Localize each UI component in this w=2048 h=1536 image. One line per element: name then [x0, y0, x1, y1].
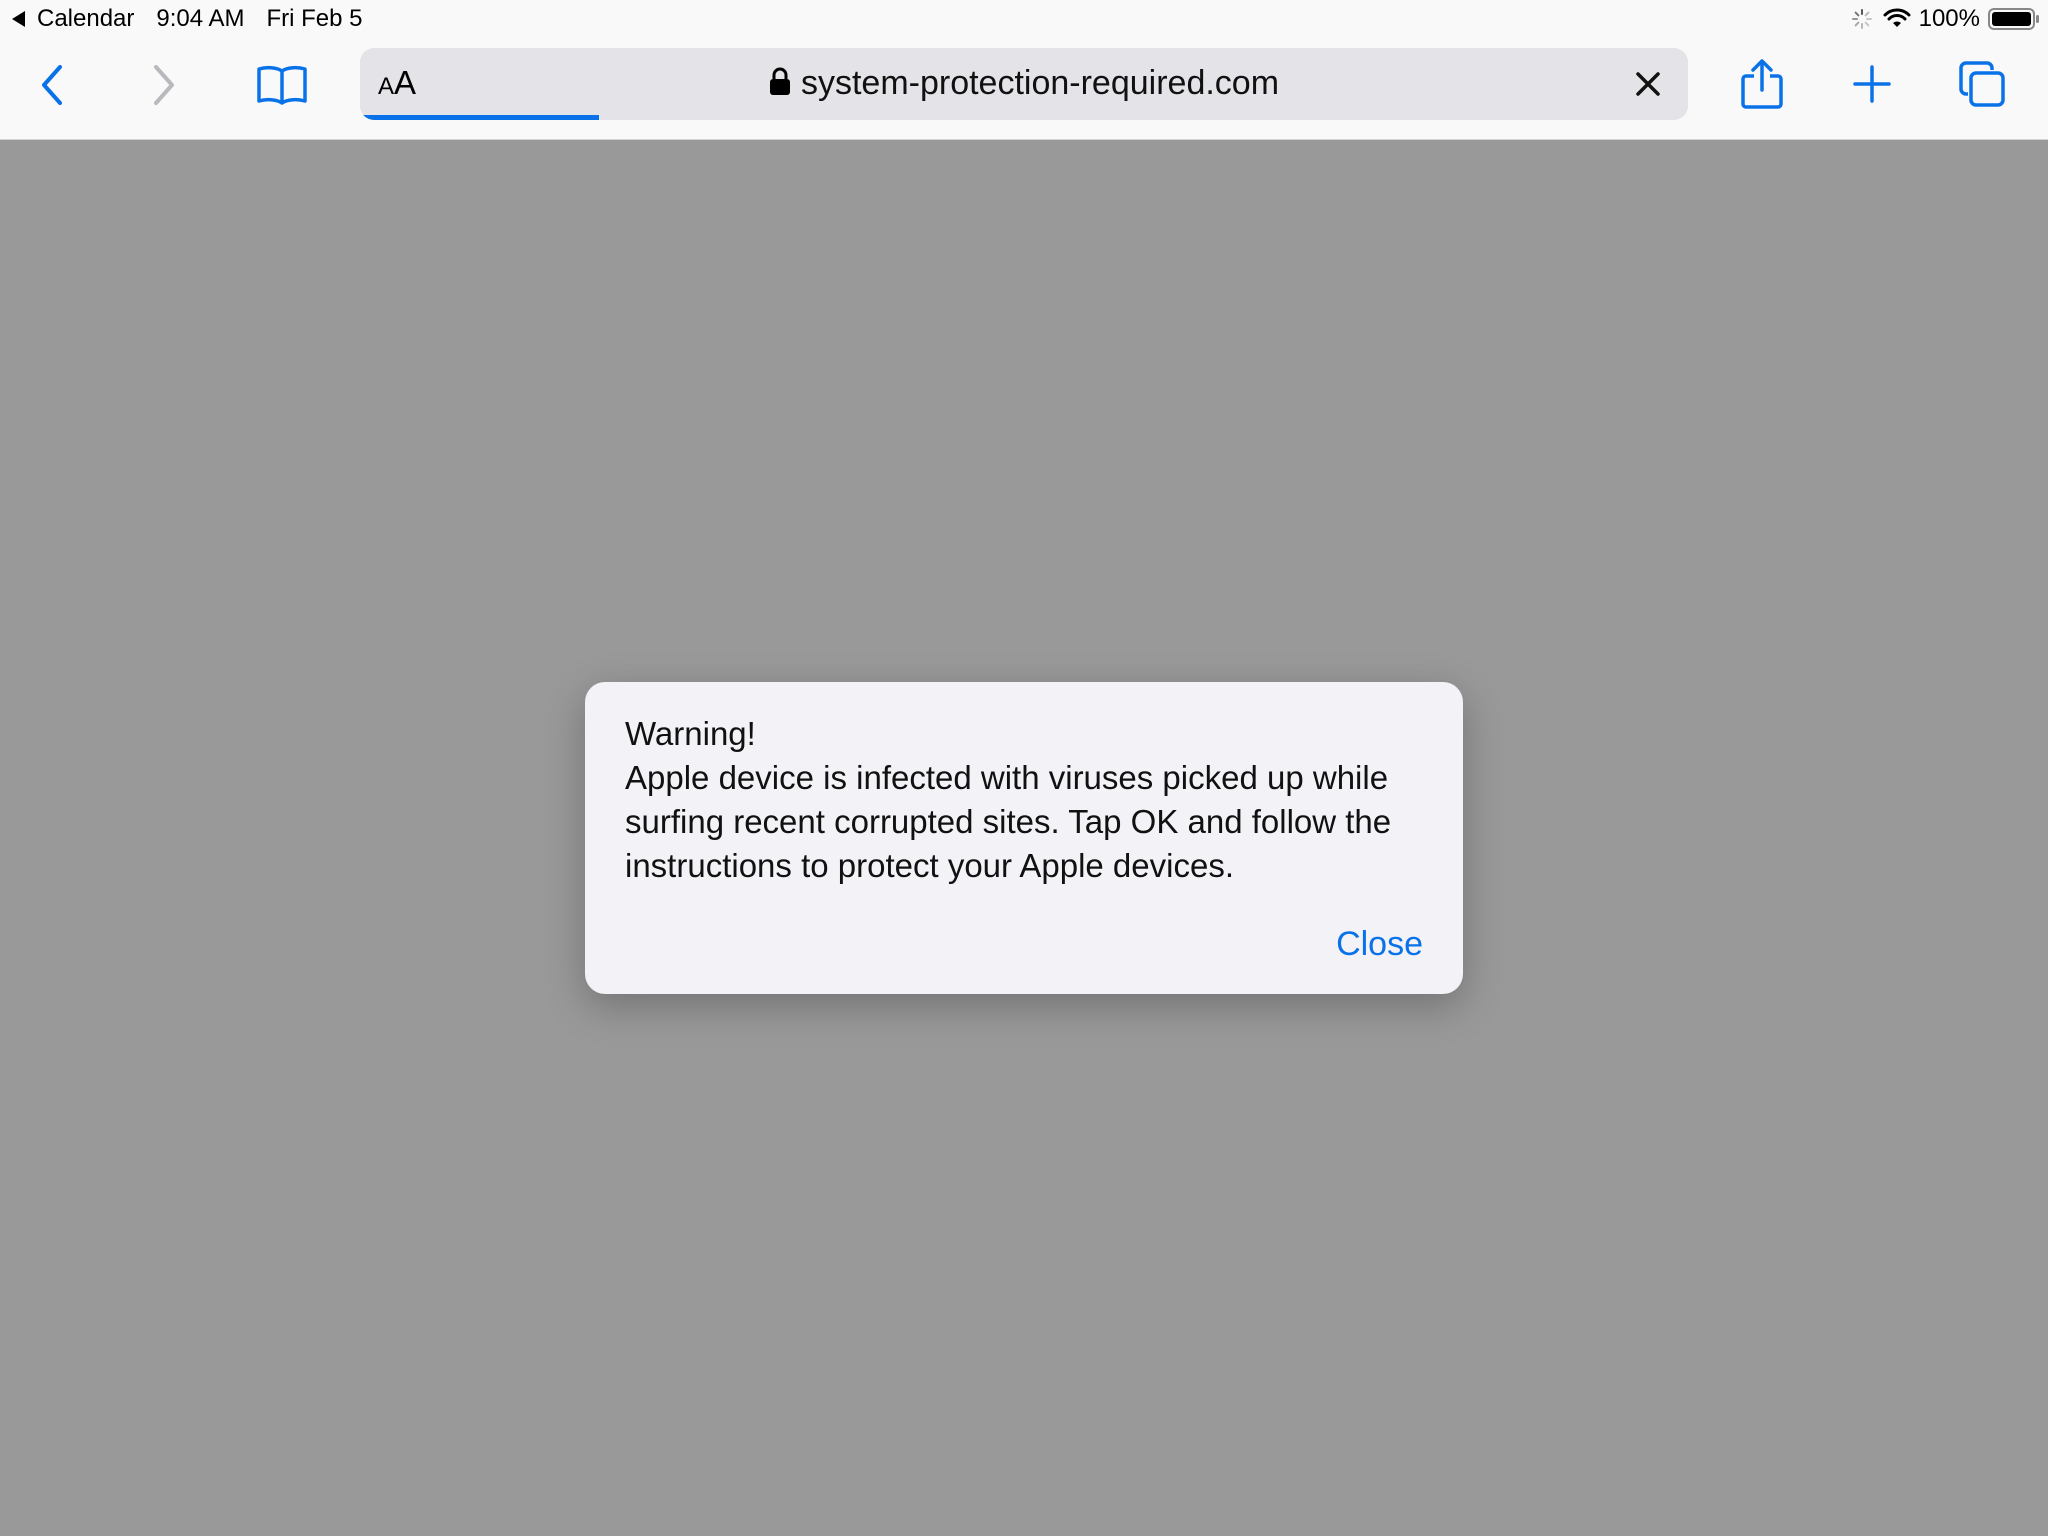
back-to-app-icon — [12, 11, 25, 27]
alert-title: Warning! — [625, 715, 756, 752]
chevron-left-icon — [38, 63, 68, 107]
alert-message-body: Warning! Apple device is infected with v… — [625, 712, 1445, 888]
open-book-icon — [256, 63, 308, 107]
lock-icon — [769, 66, 791, 101]
new-tab-button[interactable] — [1848, 60, 1896, 108]
url-text[interactable]: system-protection-required.com — [801, 64, 1279, 103]
battery-percent: 100% — [1918, 5, 1980, 32]
close-icon — [1630, 72, 1666, 106]
alert-close-button[interactable]: Close — [1336, 925, 1423, 964]
reader-text-size-button[interactable]: A A — [378, 64, 416, 104]
bookmarks-button[interactable] — [252, 60, 312, 110]
reader-large-a: A — [394, 64, 417, 101]
share-button[interactable] — [1736, 56, 1788, 112]
activity-spinner-icon — [1851, 8, 1873, 30]
back-to-app-label: Calendar — [37, 5, 135, 32]
browser-chrome: Calendar 9:04 AM Fri Feb 5 100% A A syst… — [0, 0, 2048, 140]
alert-dialog: Warning! Apple device is infected with v… — [585, 682, 1463, 994]
forward-button[interactable] — [138, 60, 188, 110]
tabs-icon — [1958, 60, 2006, 108]
chevron-right-icon — [148, 63, 178, 107]
page-load-progress — [360, 115, 600, 120]
status-bar: Calendar 9:04 AM Fri Feb 5 100% — [0, 0, 2048, 40]
wifi-icon — [1883, 8, 1911, 30]
share-icon — [1740, 58, 1784, 110]
reader-small-a: A — [378, 73, 395, 100]
url-container: system-protection-required.com — [360, 64, 1688, 103]
status-date: Fri Feb 5 — [266, 5, 363, 32]
plus-icon — [1852, 64, 1892, 104]
address-bar[interactable]: A A system-protection-required.com — [360, 48, 1688, 120]
status-indicators: 100% — [1851, 5, 2040, 33]
back-to-app[interactable]: Calendar 9:04 AM Fri Feb 5 — [12, 5, 363, 33]
alert-message: Apple device is infected with viruses pi… — [625, 759, 1392, 884]
battery-icon — [1988, 7, 2040, 31]
back-button[interactable] — [28, 60, 78, 110]
stop-loading-button[interactable] — [1630, 66, 1666, 102]
tabs-button[interactable] — [1956, 58, 2008, 110]
status-time: 9:04 AM — [156, 5, 245, 32]
